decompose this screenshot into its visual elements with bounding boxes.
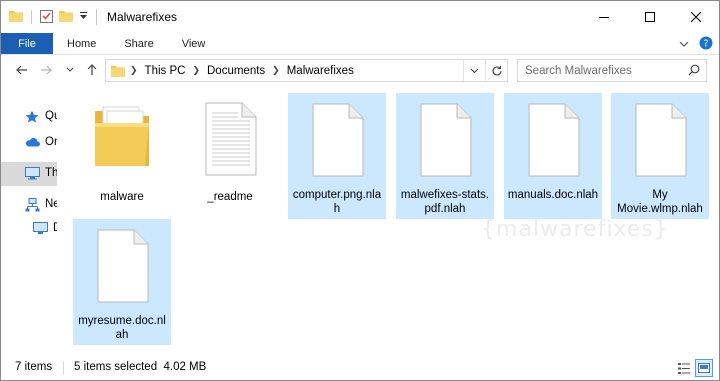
address-actions <box>463 60 507 81</box>
breadcrumb-documents[interactable]: Documents <box>205 65 267 77</box>
file-item-malware[interactable]: malware <box>73 93 171 219</box>
cloud-icon <box>25 136 40 150</box>
customize-qa-dropdown-icon[interactable] <box>79 10 88 24</box>
explorer-window: Malwarefixes File Home Share View ? ❯ Th… <box>0 0 720 381</box>
folder-icon <box>91 101 153 176</box>
file-item-computer-png[interactable]: computer.png.nlah <box>288 93 386 219</box>
large-icons-view-button[interactable] <box>695 359 713 377</box>
window-controls <box>581 1 719 33</box>
breadcrumb-malwarefixes[interactable]: Malwarefixes <box>285 65 356 77</box>
file-item-readme[interactable]: _readme <box>181 93 279 219</box>
refresh-button[interactable] <box>485 60 507 81</box>
address-bar[interactable]: ❯ This PC ❯ Documents ❯ Malwarefixes <box>105 59 508 82</box>
nav-item-quick-access[interactable]: Qu <box>1 105 57 129</box>
nav-item-label: Ne <box>45 198 57 210</box>
text-document-icon <box>200 101 260 180</box>
star-icon <box>25 110 39 127</box>
tab-file[interactable]: File <box>1 33 53 54</box>
blank-file-icon <box>415 102 475 181</box>
nav-item-label: On <box>45 136 57 148</box>
breadcrumb-chevron-icon[interactable]: ❯ <box>125 65 143 76</box>
search-placeholder: Search Malwarefixes <box>525 64 632 77</box>
file-name: myresume.doc.nlah <box>78 315 166 341</box>
blank-file-icon <box>307 102 367 181</box>
ribbon-controls: ? <box>679 36 713 53</box>
file-name: My Movie.wlmp.nlah <box>617 189 703 215</box>
tab-home[interactable]: Home <box>53 33 110 54</box>
watermark-text: {malwarefixes} <box>481 217 669 242</box>
file-name: malware <box>100 191 144 203</box>
nav-item-desktop[interactable]: D <box>1 217 57 241</box>
file-item-stats-pdf[interactable]: malwefixes-stats.pdf.nlah <box>396 93 494 219</box>
search-box[interactable]: Search Malwarefixes <box>517 59 707 82</box>
search-icon[interactable] <box>688 64 700 79</box>
status-bar: 7 items 5 items selected 4.02 MB <box>1 357 719 380</box>
file-item-myresume-doc[interactable]: myresume.doc.nlah <box>73 219 171 345</box>
new-folder-icon[interactable] <box>59 10 73 25</box>
tab-view[interactable]: View <box>168 33 220 54</box>
network-icon <box>25 198 40 215</box>
expand-ribbon-icon[interactable] <box>679 38 689 52</box>
breadcrumb-chevron-icon[interactable]: ❯ <box>187 65 205 76</box>
file-item-manuals-doc[interactable]: manuals.doc.nlah <box>504 93 602 219</box>
forward-button[interactable] <box>35 59 57 81</box>
nav-item-label: Th <box>45 167 57 179</box>
view-switcher <box>675 359 713 377</box>
close-button[interactable] <box>673 1 719 33</box>
navigation-pane: Qu On Th Ne D <box>1 91 57 351</box>
minimize-button[interactable] <box>581 1 627 33</box>
computer-icon <box>25 167 40 183</box>
tab-share[interactable]: Share <box>110 33 167 54</box>
help-icon[interactable]: ? <box>699 36 713 53</box>
nav-item-label: D <box>53 222 57 234</box>
back-button[interactable] <box>11 59 33 81</box>
window-title: Malwarefixes <box>107 10 178 24</box>
selection-info: 5 items selected 4.02 MB <box>74 361 207 373</box>
details-view-button[interactable] <box>675 359 693 377</box>
file-name: malwefixes-stats.pdf.nlah <box>400 189 490 215</box>
nav-item-onedrive[interactable]: On <box>1 131 57 155</box>
breadcrumb-chevron-icon[interactable]: ❯ <box>267 65 285 76</box>
item-count: 7 items <box>15 361 53 373</box>
folder-icon[interactable] <box>9 10 23 25</box>
blank-file-icon <box>630 102 690 181</box>
file-list: {malwarefixes} malware _readme computer.… <box>61 89 719 351</box>
qa-divider <box>31 10 32 24</box>
file-item-my-movie[interactable]: My Movie.wlmp.nlah <box>611 93 709 219</box>
title-bar: Malwarefixes <box>1 1 719 33</box>
file-name: manuals.doc.nlah <box>507 189 599 201</box>
ribbon-tabs: File Home Share View ? <box>1 33 719 55</box>
quick-access-toolbar <box>9 9 88 26</box>
blank-file-icon <box>92 228 152 307</box>
nav-item-network[interactable]: Ne <box>1 193 57 217</box>
monitor-icon <box>33 222 48 238</box>
address-dropdown-button[interactable] <box>463 60 485 81</box>
svg-text:?: ? <box>703 39 708 50</box>
address-row: ❯ This PC ❯ Documents ❯ Malwarefixes Sea… <box>1 59 719 83</box>
file-name: _readme <box>207 191 253 203</box>
blank-file-icon <box>523 102 583 181</box>
nav-item-label: Qu <box>45 110 57 122</box>
properties-icon[interactable] <box>40 9 53 26</box>
folder-icon <box>111 65 125 77</box>
breadcrumb-this-pc[interactable]: This PC <box>143 65 188 77</box>
maximize-button[interactable] <box>627 1 673 33</box>
recent-locations-button[interactable] <box>59 59 81 81</box>
nav-item-this-pc[interactable]: Th <box>1 162 57 186</box>
title-divider <box>96 9 97 25</box>
status-divider <box>63 361 64 375</box>
file-name: computer.png.nlah <box>292 189 382 215</box>
up-button[interactable] <box>81 59 103 81</box>
